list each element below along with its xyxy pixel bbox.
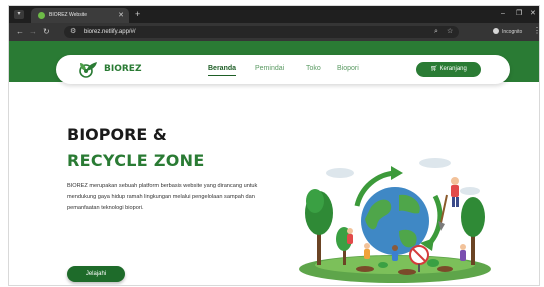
site-navbar: BIOREZ Beranda Pemindai Toko Biopori 🛒︎ …	[56, 55, 510, 84]
tab-menu-icon[interactable]: ▾	[14, 10, 24, 19]
hero-title-line1: BIOPORE &	[67, 125, 167, 144]
brand-name[interactable]: BIOREZ	[104, 63, 141, 75]
tab-title: BIOREZ Website	[49, 12, 87, 18]
nav-link-biopori[interactable]: Biopori	[337, 64, 359, 74]
eco-earth-illustration	[299, 158, 491, 283]
bookmark-star-icon[interactable]: ☆	[447, 27, 453, 37]
nav-link-beranda[interactable]: Beranda	[208, 64, 237, 76]
incognito-label: Incognito	[502, 29, 523, 35]
url-text[interactable]: biorez.netlify.app/#/	[84, 27, 136, 37]
zoom-icon[interactable]: ⌕	[434, 27, 438, 37]
web-page: BIOREZ Beranda Pemindai Toko Biopori 🛒︎ …	[9, 41, 539, 285]
favicon-icon	[38, 12, 45, 19]
tab-strip: ▾ BIOREZ Website ✕ + – ❐ ✕	[9, 6, 539, 23]
nav-link-pemindai[interactable]: Pemindai	[255, 64, 284, 74]
incognito-indicator[interactable]: Incognito	[493, 27, 522, 37]
menu-kebab-icon[interactable]: ⋮	[533, 26, 539, 36]
address-bar[interactable]: ⚙ biorez.netlify.app/#/ ⌕ ☆	[64, 26, 459, 38]
new-tab-icon[interactable]: +	[135, 9, 140, 19]
incognito-icon	[493, 28, 499, 34]
maximize-icon[interactable]: ❐	[516, 9, 522, 19]
close-tab-icon[interactable]: ✕	[118, 11, 124, 20]
back-icon[interactable]: ←	[16, 27, 24, 37]
browser-toolbar: ← → ↻ ⚙ biorez.netlify.app/#/ ⌕ ☆ Incogn…	[9, 23, 539, 41]
minimize-icon[interactable]: –	[501, 9, 505, 19]
forward-icon[interactable]: →	[29, 27, 37, 37]
cart-icon: 🛒︎	[430, 66, 438, 72]
nav-link-toko[interactable]: Toko	[306, 64, 321, 74]
reload-icon[interactable]: ↻	[43, 27, 50, 37]
explore-button[interactable]: Jelajahi	[67, 266, 125, 282]
cart-button-label: Keranjang	[439, 66, 467, 72]
cart-button[interactable]: 🛒︎ Keranjang	[416, 62, 481, 77]
biorez-logo-icon[interactable]	[78, 61, 98, 78]
close-window-icon[interactable]: ✕	[530, 9, 536, 19]
hero-description: BIOREZ merupakan sebuah platform berbasi…	[67, 183, 258, 211]
site-info-icon[interactable]: ⚙	[70, 27, 76, 37]
browser-tab[interactable]: BIOREZ Website ✕	[31, 8, 129, 23]
browser-window: ▾ BIOREZ Website ✕ + – ❐ ✕ ← → ↻ ⚙ biore…	[8, 5, 540, 286]
hero-title-line2: RECYCLE ZONE	[67, 151, 205, 170]
